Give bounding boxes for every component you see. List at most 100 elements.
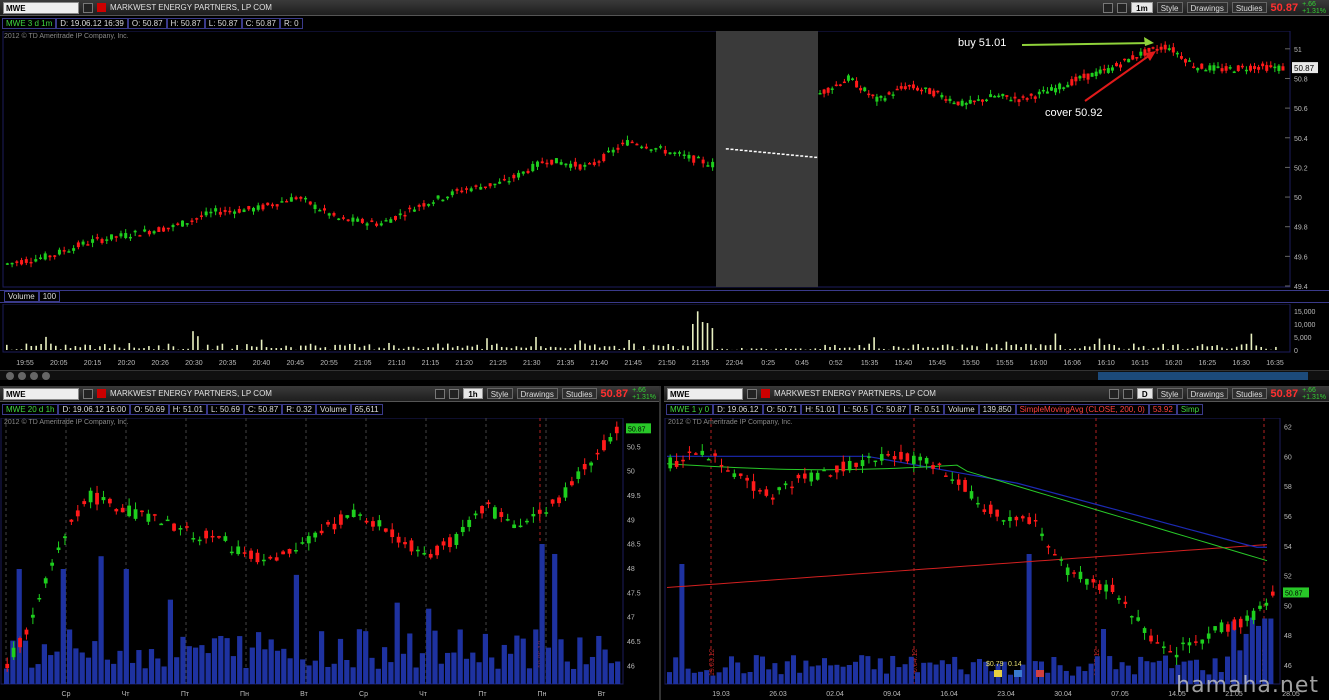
volume-bar <box>388 662 394 684</box>
volume-bar <box>339 344 341 350</box>
wrench-icon[interactable] <box>449 388 460 399</box>
candle <box>474 185 478 187</box>
candle <box>1078 571 1083 580</box>
crosshair-icon[interactable] <box>1108 388 1119 399</box>
alert-icon[interactable] <box>761 389 770 398</box>
candle <box>776 153 780 155</box>
date-tick-label: 07.05 <box>1111 691 1129 698</box>
drawings-button[interactable]: Drawings <box>1186 2 1228 13</box>
candle <box>455 189 459 191</box>
candle <box>346 219 350 222</box>
volume-bar <box>394 602 400 684</box>
time-tick-label: 21:30 <box>523 360 541 367</box>
volume-bar <box>819 349 821 350</box>
candle <box>968 99 972 104</box>
candle <box>673 152 677 154</box>
candle <box>772 152 776 155</box>
price-tick-label: 50 <box>1284 603 1292 610</box>
candle <box>326 522 330 525</box>
aggregation-button[interactable]: D <box>1136 388 1153 399</box>
candle <box>834 84 838 87</box>
volume-bar <box>1113 345 1115 350</box>
candle <box>364 520 369 523</box>
volume-bar <box>426 608 432 684</box>
style-button[interactable]: Style <box>1156 2 1183 13</box>
volume-bar <box>1039 344 1042 350</box>
volume-bar <box>927 346 929 350</box>
candle <box>133 509 138 519</box>
crosshair-icon[interactable] <box>435 388 446 399</box>
style-button[interactable]: Style <box>486 388 513 399</box>
volume-bar <box>1231 348 1233 350</box>
percent-change: +1.31% <box>632 393 656 401</box>
studies-button[interactable]: Studies <box>1231 2 1267 13</box>
volume-bar <box>692 323 694 350</box>
alert-icon[interactable] <box>97 3 106 12</box>
studies-button[interactable]: Studies <box>1231 388 1267 399</box>
alert-icon[interactable] <box>97 389 106 398</box>
candle <box>887 92 891 95</box>
volume-bar <box>1147 349 1150 350</box>
candle <box>319 530 324 534</box>
symbol-input[interactable]: MWE <box>3 1 79 14</box>
symbol-input[interactable]: MWE <box>667 387 743 400</box>
percent-change: +1.31% <box>1302 7 1326 15</box>
crosshair-icon[interactable] <box>1103 2 1114 13</box>
candle <box>867 93 871 96</box>
candle <box>830 88 834 90</box>
drawings-button[interactable]: Drawings <box>516 388 558 399</box>
candle <box>133 230 137 233</box>
candle <box>1127 58 1131 63</box>
candle <box>266 202 270 206</box>
candle <box>185 223 189 225</box>
candle <box>867 456 871 458</box>
volume-bar <box>843 347 846 350</box>
link-icon[interactable] <box>747 388 757 399</box>
volume-bar <box>564 348 567 350</box>
volume-bar <box>735 662 741 684</box>
candle <box>308 201 312 205</box>
zoom-controls[interactable] <box>6 372 50 380</box>
wrench-icon[interactable] <box>1117 2 1128 13</box>
candle <box>644 146 648 149</box>
candle <box>171 224 175 228</box>
aggregation-button[interactable]: 1h <box>463 388 483 399</box>
wrench-icon[interactable] <box>1122 388 1133 399</box>
candle <box>124 233 128 238</box>
volume-bar <box>451 652 457 684</box>
drawings-button[interactable]: Drawings <box>1186 388 1228 399</box>
top-scrollbar[interactable] <box>0 370 1329 380</box>
candle <box>294 549 298 552</box>
candle <box>790 154 794 156</box>
last-price-box-label: 50.87 <box>628 426 646 433</box>
candle <box>924 457 929 464</box>
symbol-input[interactable]: MWE <box>3 387 79 400</box>
link-icon[interactable] <box>83 2 93 13</box>
info-title: MWE 1 y 0 <box>666 404 714 415</box>
candle <box>931 465 935 469</box>
volume-bar <box>287 658 293 684</box>
volume-bar <box>161 666 167 684</box>
studies-button[interactable]: Studies <box>561 388 597 399</box>
candle <box>1110 67 1114 71</box>
top-header: MWE MARKWEST ENERGY PARTNERS, LP COM 1m … <box>0 0 1329 16</box>
style-button[interactable]: Style <box>1156 388 1183 399</box>
volume-bar <box>85 657 92 684</box>
candle <box>53 255 57 257</box>
link-icon[interactable] <box>83 388 93 399</box>
candle <box>863 87 867 92</box>
price-tick-label: 47 <box>627 615 635 622</box>
volume-bar <box>393 345 395 350</box>
candle <box>360 218 364 223</box>
scroll-thumb[interactable] <box>1098 372 1308 380</box>
volume-bar <box>130 662 136 684</box>
candle <box>654 148 658 150</box>
aggregation-button[interactable]: 1m <box>1131 2 1153 13</box>
volume-bar <box>672 346 674 350</box>
candle <box>255 552 260 563</box>
volume-bar <box>1069 348 1071 350</box>
volume-bar <box>897 346 900 350</box>
candle <box>630 141 634 144</box>
candle <box>67 251 71 253</box>
candle <box>944 475 948 477</box>
